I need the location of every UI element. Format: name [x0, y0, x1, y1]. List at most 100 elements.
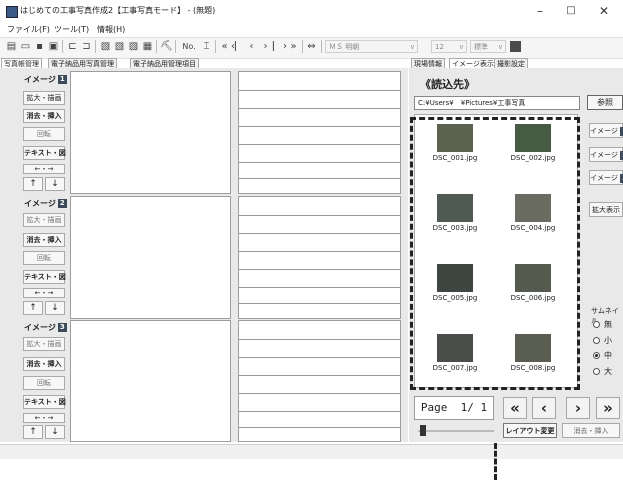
move-down-button[interactable]: ↓	[45, 425, 65, 439]
last-page-button[interactable]: »	[596, 397, 620, 419]
swap-left-right-button[interactable]: ←・→	[23, 288, 65, 298]
next-photo-icon[interactable]: ›	[259, 40, 272, 53]
insert-to-image-3-button[interactable]: イメージ3	[589, 170, 623, 185]
thumbnail-size-large-radio[interactable]	[593, 368, 600, 375]
text-figure-button[interactable]: テキスト・図	[23, 146, 66, 160]
move-up-button[interactable]: ↑	[23, 425, 43, 439]
rotate-button[interactable]: 回転	[23, 251, 65, 265]
zoom-draw-button[interactable]: 拡大・描画	[23, 337, 65, 351]
photo-frame-3[interactable]	[70, 320, 231, 442]
image-label-text: イメージ	[24, 75, 56, 84]
menu-info[interactable]: 情報(H)	[97, 24, 125, 35]
close-button[interactable]: ✕	[589, 3, 619, 19]
zoom-draw-button[interactable]: 拡大・描画	[23, 91, 65, 105]
window-title: はじめての工事写真作成2【工事写真モード】 - (無題)	[20, 6, 216, 15]
thumbnail-size-small-label: 小	[604, 336, 612, 345]
caption-line	[239, 162, 400, 163]
swap-left-right-button[interactable]: ←・→	[23, 164, 65, 174]
thumbnail-2[interactable]	[515, 124, 551, 152]
new-document-icon[interactable]: ▤	[5, 40, 18, 53]
font-name-select[interactable]: ＭＳ 明朝 ∨	[325, 40, 418, 53]
rotate-button[interactable]: 回転	[23, 127, 65, 141]
preview-2-icon[interactable]: ▧	[113, 40, 126, 53]
move-up-button[interactable]: ↑	[23, 177, 43, 191]
prev-page-icon[interactable]: ‹⎸	[231, 40, 245, 53]
last-photo-icon[interactable]: »	[287, 40, 300, 53]
caption-lines-1[interactable]	[238, 71, 401, 194]
source-path-field[interactable]: C:¥Users¥ ¥Pictures¥工事写真	[414, 96, 580, 110]
thumbnail-6[interactable]	[515, 264, 551, 292]
maximize-button[interactable]: □	[556, 3, 586, 19]
thumbnail-7[interactable]	[437, 334, 473, 362]
caption-line	[239, 108, 400, 109]
thumbnail-size-none-radio[interactable]	[593, 321, 600, 328]
thumbnail-8-name: DSC_008.jpg	[510, 364, 556, 372]
thumbnail-4[interactable]	[515, 194, 551, 222]
thumbnail-size-small-radio[interactable]	[593, 337, 600, 344]
browse-button[interactable]: 参照	[587, 95, 623, 110]
menu-tools[interactable]: ツール(T)	[54, 24, 89, 35]
thumbnail-1[interactable]	[437, 124, 473, 152]
preview-3-icon[interactable]: ▧	[127, 40, 140, 53]
thumbnail-5-name: DSC_005.jpg	[432, 294, 478, 302]
page-slider-track[interactable]	[418, 430, 494, 432]
font-style-select[interactable]: 標準 ∨	[470, 40, 506, 53]
save-as-icon[interactable]: ▣	[47, 40, 60, 53]
thumbnail-2-name: DSC_002.jpg	[510, 154, 556, 162]
caption-lines-2[interactable]	[238, 196, 401, 319]
insert-to-image-1-button[interactable]: イメージ1	[589, 123, 623, 138]
rotate-button[interactable]: 回転	[23, 376, 65, 390]
insert-to-image-2-button[interactable]: イメージ2	[589, 147, 623, 162]
print-icon[interactable]: ▦	[141, 40, 154, 53]
thumbnail-1-name: DSC_001.jpg	[432, 154, 478, 162]
erase-insert-button[interactable]: 消去・挿入	[23, 233, 65, 247]
erase-insert-button[interactable]: 消去・挿入	[23, 109, 65, 123]
erase-insert-right-button[interactable]: 消去・挿入	[562, 423, 620, 438]
erase-insert-button[interactable]: 消去・挿入	[23, 357, 65, 371]
image-label-text: イメージ	[24, 323, 56, 332]
move-up-button[interactable]: ↑	[23, 301, 43, 315]
photo-frame-1[interactable]	[70, 71, 231, 194]
number-label[interactable]: No.	[179, 40, 199, 53]
minimize-button[interactable]: –	[525, 3, 555, 19]
caption-lines-3[interactable]	[238, 320, 401, 442]
zoom-draw-button[interactable]: 拡大・描画	[23, 213, 65, 227]
toolbar-separator	[95, 40, 96, 53]
text-figure-button[interactable]: テキスト・図	[23, 270, 66, 284]
caption-line	[239, 375, 400, 376]
thumbnail-5[interactable]	[437, 264, 473, 292]
tag-icon[interactable]: ⌶	[200, 40, 213, 53]
font-color-swatch[interactable]	[510, 41, 521, 52]
thumbnail-3[interactable]	[437, 194, 473, 222]
thumbnail-8[interactable]	[515, 334, 551, 362]
first-page-button[interactable]: «	[503, 397, 527, 419]
toolbar-separator	[215, 40, 216, 53]
thumbnail-size-medium-radio[interactable]	[593, 352, 600, 359]
first-photo-icon[interactable]: «	[218, 40, 231, 53]
next-page-button[interactable]: ›	[566, 397, 590, 419]
preview-icon[interactable]: ▧	[99, 40, 112, 53]
move-down-button[interactable]: ↓	[45, 301, 65, 315]
swap-icon[interactable]: ⇔	[305, 40, 318, 53]
text-figure-button[interactable]: テキスト・図	[23, 395, 66, 409]
image-number-badge: 2	[57, 199, 67, 208]
photo-frame-2[interactable]	[70, 196, 231, 319]
prev-page-button[interactable]: ‹	[532, 397, 556, 419]
move-down-button[interactable]: ↓	[45, 177, 65, 191]
page-next-icon[interactable]: ⊐	[80, 40, 93, 53]
menu-file[interactable]: ファイル(F)	[7, 24, 50, 35]
save-icon[interactable]: ▪	[33, 40, 46, 53]
page-slider-thumb[interactable]	[420, 425, 426, 436]
next-page-icon[interactable]: ⎸›	[273, 40, 287, 53]
prev-photo-icon[interactable]: ‹	[245, 40, 258, 53]
open-folder-icon[interactable]: ▭	[19, 40, 32, 53]
page-prev-icon[interactable]: ⊏	[66, 40, 79, 53]
layout-change-button[interactable]: レイアウト変更	[503, 423, 557, 438]
font-size-select[interactable]: 12 ∨	[431, 40, 467, 53]
enlarge-view-button[interactable]: 拡大表示	[589, 202, 623, 217]
status-bar	[0, 444, 623, 459]
shovel-icon[interactable]: ⛏	[160, 40, 173, 53]
image-number-badge: 1	[57, 75, 67, 84]
read-source-heading: 《読込先》	[420, 78, 475, 91]
swap-left-right-button[interactable]: ←・→	[23, 413, 65, 423]
